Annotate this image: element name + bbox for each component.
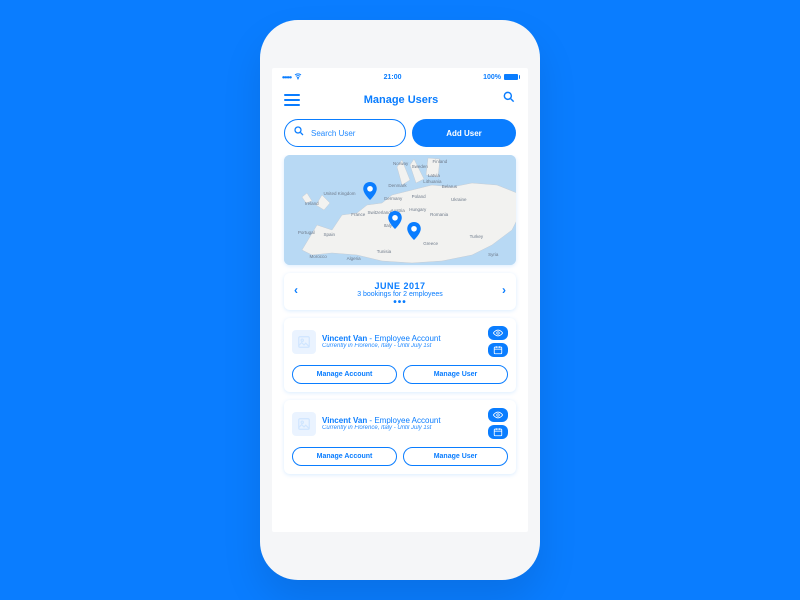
map-label: Romania bbox=[430, 212, 448, 217]
user-card: Vincent Van - Employee Account Currently… bbox=[284, 318, 516, 392]
user-status: Currently in Florence, Italy - Until Jul… bbox=[322, 425, 482, 431]
avatar bbox=[292, 330, 316, 354]
search-icon[interactable] bbox=[502, 90, 516, 109]
manage-account-button[interactable]: Manage Account bbox=[292, 447, 397, 466]
search-input[interactable] bbox=[311, 129, 397, 138]
menu-icon[interactable] bbox=[284, 94, 300, 106]
avatar bbox=[292, 412, 316, 436]
month-label: JUNE 2017 bbox=[357, 281, 443, 291]
map-label: Germany bbox=[384, 196, 403, 201]
map-label: Latvia bbox=[428, 173, 440, 178]
manage-user-button[interactable]: Manage User bbox=[403, 447, 508, 466]
map-label: Sweden bbox=[412, 164, 428, 169]
month-center: JUNE 2017 3 bookings for 2 employees bbox=[357, 281, 443, 298]
map-label: Algeria bbox=[347, 256, 361, 261]
map-label: Belarus bbox=[442, 184, 457, 189]
map-label: United Kingdom bbox=[323, 191, 355, 196]
map-label: Turkey bbox=[470, 234, 484, 239]
map-label: Greece bbox=[423, 241, 438, 246]
map-label: Hungary bbox=[409, 207, 426, 212]
status-bar: ••••• 21:00 100% bbox=[272, 68, 528, 84]
manage-user-button[interactable]: Manage User bbox=[403, 365, 508, 384]
calendar-button[interactable] bbox=[488, 425, 508, 439]
user-card: Vincent Van - Employee Account Currently… bbox=[284, 400, 516, 474]
map-label: Syria bbox=[488, 252, 498, 257]
battery-icon bbox=[504, 74, 518, 80]
phone-frame: ••••• 21:00 100% Manage Users bbox=[260, 20, 540, 580]
map-label: Spain bbox=[323, 232, 335, 237]
map-label: Ireland bbox=[305, 201, 319, 206]
map-pin-icon[interactable] bbox=[388, 211, 402, 234]
search-icon-small bbox=[293, 124, 305, 142]
page-title: Manage Users bbox=[364, 94, 439, 106]
map-pin-icon[interactable] bbox=[363, 182, 377, 205]
calendar-button[interactable] bbox=[488, 343, 508, 357]
action-row: Add User bbox=[272, 119, 528, 155]
header: Manage Users bbox=[272, 84, 528, 119]
search-field[interactable] bbox=[284, 119, 406, 147]
view-button[interactable] bbox=[488, 326, 508, 340]
more-icon[interactable]: ••• bbox=[393, 297, 407, 308]
map-label: Switzerland bbox=[368, 210, 391, 215]
signal-icon: ••••• bbox=[282, 73, 291, 82]
map-label: Poland bbox=[412, 194, 426, 199]
content: United Kingdom Ireland Norway Sweden Fin… bbox=[272, 155, 528, 532]
map-label: Tunisia bbox=[377, 249, 391, 254]
map-label: Lithuania bbox=[423, 179, 441, 184]
map-label: France bbox=[351, 212, 365, 217]
map[interactable]: United Kingdom Ireland Norway Sweden Fin… bbox=[284, 155, 516, 265]
map-pin-icon[interactable] bbox=[407, 222, 421, 245]
map-label: Denmark bbox=[388, 183, 406, 188]
prev-month-button[interactable]: ‹ bbox=[294, 283, 298, 297]
user-name: Vincent Van - Employee Account bbox=[322, 416, 482, 425]
status-time: 21:00 bbox=[384, 74, 402, 81]
user-status: Currently in Florence, Italy - Until Jul… bbox=[322, 343, 482, 349]
map-label: Finland bbox=[432, 159, 447, 164]
status-left: ••••• bbox=[282, 72, 302, 82]
view-button[interactable] bbox=[488, 408, 508, 422]
map-card: United Kingdom Ireland Norway Sweden Fin… bbox=[284, 155, 516, 265]
user-name: Vincent Van - Employee Account bbox=[322, 334, 482, 343]
battery-percent: 100% bbox=[483, 74, 501, 81]
map-label: Norway bbox=[393, 161, 408, 166]
wifi-icon bbox=[294, 72, 302, 82]
map-label: Ukraine bbox=[451, 197, 467, 202]
month-card: ‹ JUNE 2017 3 bookings for 2 employees ›… bbox=[284, 273, 516, 310]
manage-account-button[interactable]: Manage Account bbox=[292, 365, 397, 384]
status-right: 100% bbox=[483, 74, 518, 81]
map-label: Portugal bbox=[298, 230, 315, 235]
next-month-button[interactable]: › bbox=[502, 283, 506, 297]
screen: ••••• 21:00 100% Manage Users bbox=[272, 68, 528, 532]
add-user-button[interactable]: Add User bbox=[412, 119, 516, 147]
map-label: Morocco bbox=[310, 254, 327, 259]
